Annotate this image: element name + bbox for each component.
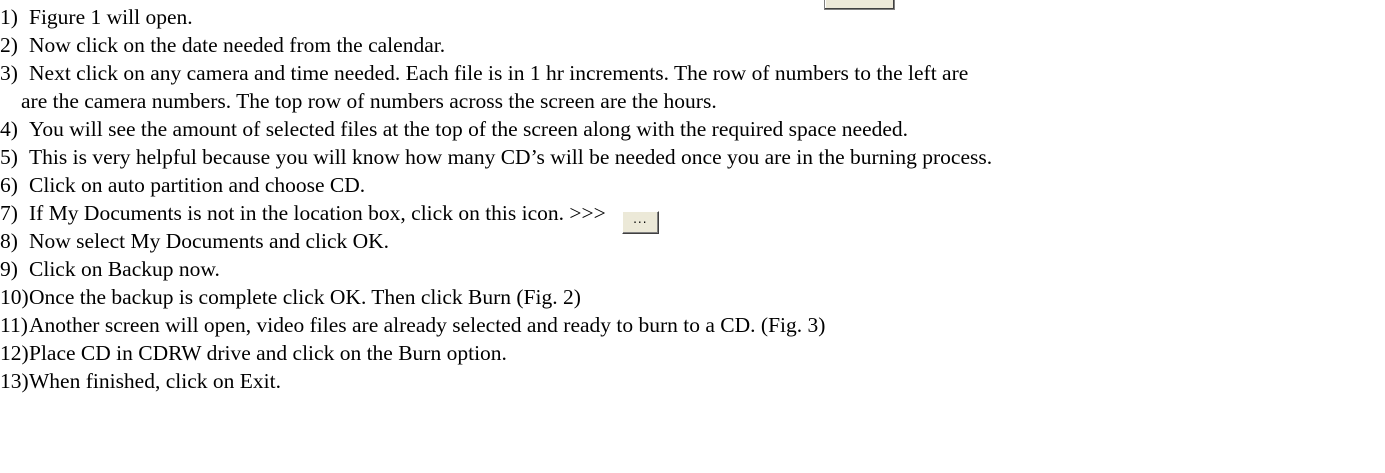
- figure-button[interactable]: [824, 0, 895, 10]
- step-number: 5): [0, 145, 18, 169]
- step-text: Next click on any camera and time needed…: [29, 61, 969, 85]
- step-number: 8): [0, 229, 18, 253]
- step-text: Now click on the date needed from the ca…: [29, 33, 446, 57]
- step-number: 2): [0, 33, 18, 57]
- step-text: Now select My Documents and click OK.: [29, 229, 390, 253]
- step-text: Figure 1 will open.: [29, 5, 193, 29]
- step-7-label: If My Documents is not in the location b…: [29, 201, 606, 225]
- step-text: Another screen will open, video files ar…: [29, 313, 826, 337]
- step-number: 6): [0, 173, 18, 197]
- step-text: Place CD in CDRW drive and click on the …: [29, 341, 507, 365]
- step-3-continuation: are the camera numbers. The top row of n…: [21, 89, 717, 113]
- step-number: 12): [0, 341, 29, 365]
- step-number: 7): [0, 201, 18, 225]
- step-number: 1): [0, 5, 18, 29]
- step-number: 9): [0, 257, 18, 281]
- instruction-document: 1) Figure 1 will open. 2) Now click on t…: [0, 0, 1385, 473]
- step-number: 11): [0, 313, 28, 337]
- step-text: You will see the amount of selected file…: [29, 117, 909, 141]
- browse-button[interactable]: ...: [621, 211, 659, 234]
- step-number: 4): [0, 117, 18, 141]
- step-text: When finished, click on Exit.: [29, 369, 281, 393]
- step-text: This is very helpful because you will kn…: [29, 145, 993, 169]
- step-text: Click on auto partition and choose CD.: [29, 173, 366, 197]
- step-number: 10): [0, 285, 29, 309]
- step-text: Once the backup is complete click OK. Th…: [29, 285, 581, 309]
- step-number: 3): [0, 61, 18, 85]
- step-text: Click on Backup now.: [29, 257, 220, 281]
- step-number: 13): [0, 369, 29, 393]
